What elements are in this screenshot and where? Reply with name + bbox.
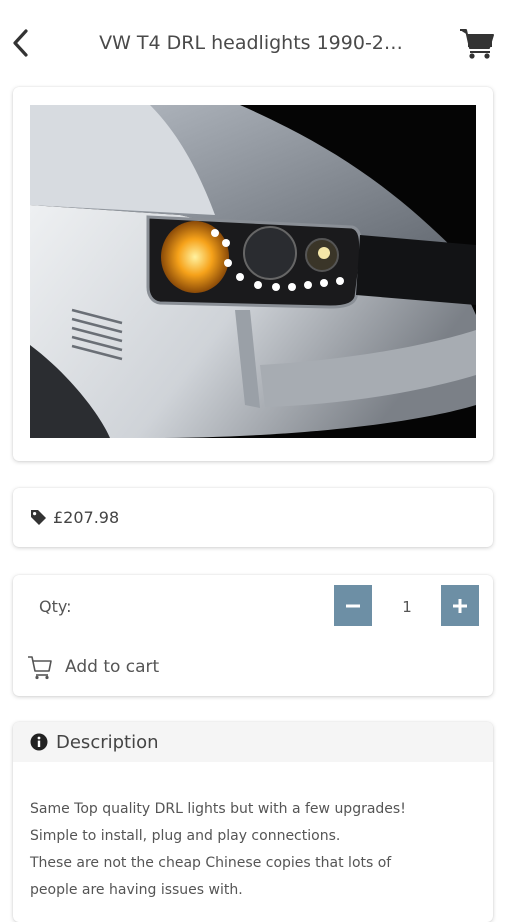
shopping-cart-icon [460,29,494,59]
description-line: Simple to install, plug and play connect… [30,828,341,844]
description-line: These are not the cheap Chinese copies t… [30,855,392,871]
app-header: VW T4 DRL headlights 1990-2… [0,0,507,86]
description-title: Description [56,731,159,753]
minus-icon [346,604,360,607]
qty-decrease-button[interactable] [334,585,372,626]
product-image[interactable] [30,105,476,438]
add-to-cart-card: Qty: 1 Add to cart [13,575,493,696]
qty-increase-button[interactable] [441,585,479,626]
qty-label: Qty: [39,597,72,616]
plus-icon [453,598,467,613]
add-to-cart-label: Add to cart [65,657,160,677]
tag-icon [31,510,46,525]
product-image-card [13,87,493,461]
description-line: Same Top quality DRL lights but with a f… [30,801,406,817]
cart-button[interactable] [458,24,496,62]
cart-outline-icon [28,656,52,680]
qty-value[interactable]: 1 [385,597,429,617]
info-circle-icon [30,733,48,751]
page-title: VW T4 DRL headlights 1990-2… [99,32,403,54]
add-to-cart-button[interactable]: Add to cart [27,651,227,683]
back-button[interactable] [6,26,36,60]
description-body: Same Top quality DRL lights but with a f… [30,796,480,904]
description-header[interactable]: Description [13,722,493,762]
product-photo [30,105,476,438]
description-card: Description Same Top quality DRL lights … [13,722,493,922]
price-value: £207.98 [53,508,120,527]
chevron-left-icon [13,29,28,57]
price-card: £207.98 [13,488,493,547]
